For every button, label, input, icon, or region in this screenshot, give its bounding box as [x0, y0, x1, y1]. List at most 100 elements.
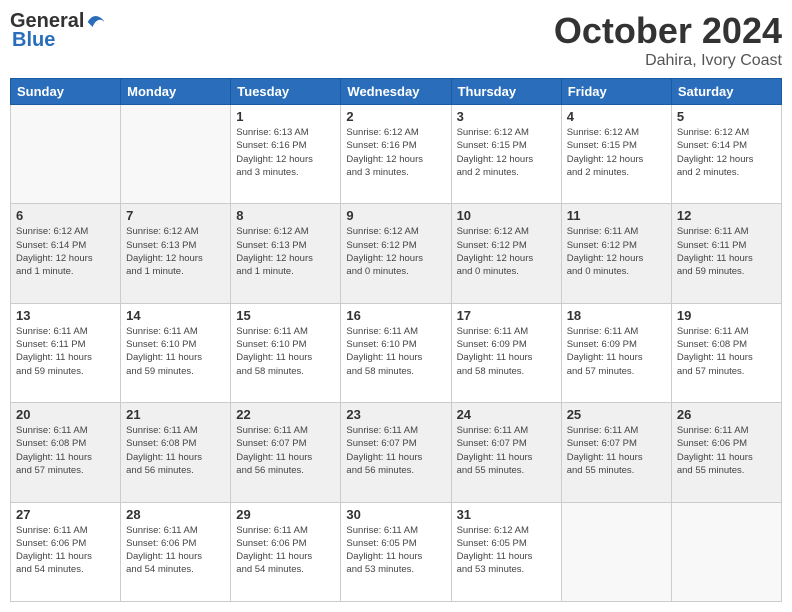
- calendar-cell: 26Sunrise: 6:11 AM Sunset: 6:06 PM Dayli…: [671, 403, 781, 502]
- logo: General Blue: [10, 10, 106, 52]
- day-number: 10: [457, 208, 556, 223]
- calendar-cell: 4 Sunrise: 6:12 AM Sunset: 6:15 PM Daylig…: [561, 105, 671, 204]
- calendar-cell: 29 Sunrise: 6:11 AM Sunset: 6:06 PM Dayli…: [231, 502, 341, 601]
- calendar-cell: 24 Sunrise: 6:11 AM Sunset: 6:07 PM Dayli…: [451, 403, 561, 502]
- day-info: Sunrise: 6:12 AM Sunset: 6:15 PM Dayligh…: [457, 126, 556, 179]
- calendar-cell: 15 Sunrise: 6:11 AM Sunset: 6:10 PM Dayli…: [231, 303, 341, 402]
- col-saturday: Saturday: [671, 79, 781, 105]
- calendar-week-3: 13Sunrise: 6:11 AM Sunset: 6:11 PM Dayli…: [11, 303, 782, 402]
- day-info: Sunrise: 6:11 AM Sunset: 6:08 PM Dayligh…: [16, 424, 115, 477]
- subtitle: Dahira, Ivory Coast: [554, 52, 782, 70]
- day-info: Sunrise: 6:11 AM Sunset: 6:07 PM Dayligh…: [346, 424, 445, 477]
- day-info: Sunrise: 6:13 AM Sunset: 6:16 PM Dayligh…: [236, 126, 335, 179]
- calendar-cell: 7Sunrise: 6:12 AM Sunset: 6:13 PM Daylig…: [121, 204, 231, 303]
- day-number: 25: [567, 407, 666, 422]
- day-number: 20: [16, 407, 115, 422]
- day-info: Sunrise: 6:11 AM Sunset: 6:10 PM Dayligh…: [236, 325, 335, 378]
- calendar-cell: 28Sunrise: 6:11 AM Sunset: 6:06 PM Dayli…: [121, 502, 231, 601]
- calendar-week-4: 20 Sunrise: 6:11 AM Sunset: 6:08 PM Dayli…: [11, 403, 782, 502]
- day-info: Sunrise: 6:12 AM Sunset: 6:16 PM Dayligh…: [346, 126, 445, 179]
- col-tuesday: Tuesday: [231, 79, 341, 105]
- day-info: Sunrise: 6:12 AM Sunset: 6:13 PM Dayligh…: [126, 225, 225, 278]
- calendar-cell: 3Sunrise: 6:12 AM Sunset: 6:15 PM Daylig…: [451, 105, 561, 204]
- calendar-cell: [561, 502, 671, 601]
- day-number: 31: [457, 507, 556, 522]
- calendar-week-1: 1 Sunrise: 6:13 AM Sunset: 6:16 PM Daylig…: [11, 105, 782, 204]
- logo-icon: [86, 12, 106, 32]
- day-info: Sunrise: 6:11 AM Sunset: 6:06 PM Dayligh…: [16, 524, 115, 577]
- calendar-cell: 19Sunrise: 6:11 AM Sunset: 6:08 PM Dayli…: [671, 303, 781, 402]
- logo-blue: Blue: [12, 29, 55, 52]
- calendar-cell: 18 Sunrise: 6:11 AM Sunset: 6:09 PM Dayli…: [561, 303, 671, 402]
- calendar-week-5: 27 Sunrise: 6:11 AM Sunset: 6:06 PM Dayli…: [11, 502, 782, 601]
- day-info: Sunrise: 6:11 AM Sunset: 6:12 PM Dayligh…: [567, 225, 666, 278]
- calendar-cell: 14Sunrise: 6:11 AM Sunset: 6:10 PM Dayli…: [121, 303, 231, 402]
- calendar-cell: 20 Sunrise: 6:11 AM Sunset: 6:08 PM Dayli…: [11, 403, 121, 502]
- day-info: Sunrise: 6:11 AM Sunset: 6:06 PM Dayligh…: [236, 524, 335, 577]
- calendar-cell: [671, 502, 781, 601]
- calendar-cell: 30Sunrise: 6:11 AM Sunset: 6:05 PM Dayli…: [341, 502, 451, 601]
- day-number: 26: [677, 407, 776, 422]
- day-info: Sunrise: 6:11 AM Sunset: 6:11 PM Dayligh…: [677, 225, 776, 278]
- calendar-cell: 31 Sunrise: 6:12 AM Sunset: 6:05 PM Dayli…: [451, 502, 561, 601]
- day-info: Sunrise: 6:11 AM Sunset: 6:09 PM Dayligh…: [457, 325, 556, 378]
- day-number: 4: [567, 109, 666, 124]
- day-number: 2: [346, 109, 445, 124]
- day-number: 13: [16, 308, 115, 323]
- day-info: Sunrise: 6:12 AM Sunset: 6:14 PM Dayligh…: [16, 225, 115, 278]
- calendar-cell: 2 Sunrise: 6:12 AM Sunset: 6:16 PM Daylig…: [341, 105, 451, 204]
- calendar-cell: 23 Sunrise: 6:11 AM Sunset: 6:07 PM Dayli…: [341, 403, 451, 502]
- col-friday: Friday: [561, 79, 671, 105]
- calendar-cell: 17Sunrise: 6:11 AM Sunset: 6:09 PM Dayli…: [451, 303, 561, 402]
- day-number: 12: [677, 208, 776, 223]
- day-number: 23: [346, 407, 445, 422]
- day-info: Sunrise: 6:12 AM Sunset: 6:05 PM Dayligh…: [457, 524, 556, 577]
- calendar-cell: 13Sunrise: 6:11 AM Sunset: 6:11 PM Dayli…: [11, 303, 121, 402]
- calendar-cell: 11 Sunrise: 6:11 AM Sunset: 6:12 PM Dayli…: [561, 204, 671, 303]
- day-info: Sunrise: 6:12 AM Sunset: 6:15 PM Dayligh…: [567, 126, 666, 179]
- calendar-cell: 5 Sunrise: 6:12 AM Sunset: 6:14 PM Daylig…: [671, 105, 781, 204]
- day-info: Sunrise: 6:12 AM Sunset: 6:14 PM Dayligh…: [677, 126, 776, 179]
- day-number: 1: [236, 109, 335, 124]
- calendar-cell: 1 Sunrise: 6:13 AM Sunset: 6:16 PM Daylig…: [231, 105, 341, 204]
- day-number: 9: [346, 208, 445, 223]
- calendar: Sunday Monday Tuesday Wednesday Thursday…: [10, 78, 782, 602]
- calendar-cell: [11, 105, 121, 204]
- day-number: 11: [567, 208, 666, 223]
- day-number: 19: [677, 308, 776, 323]
- day-number: 14: [126, 308, 225, 323]
- calendar-cell: [121, 105, 231, 204]
- day-number: 24: [457, 407, 556, 422]
- calendar-cell: 27 Sunrise: 6:11 AM Sunset: 6:06 PM Dayli…: [11, 502, 121, 601]
- day-info: Sunrise: 6:11 AM Sunset: 6:07 PM Dayligh…: [567, 424, 666, 477]
- day-info: Sunrise: 6:11 AM Sunset: 6:07 PM Dayligh…: [457, 424, 556, 477]
- day-info: Sunrise: 6:11 AM Sunset: 6:06 PM Dayligh…: [126, 524, 225, 577]
- day-number: 29: [236, 507, 335, 522]
- calendar-cell: 21 Sunrise: 6:11 AM Sunset: 6:08 PM Dayli…: [121, 403, 231, 502]
- calendar-header-row: Sunday Monday Tuesday Wednesday Thursday…: [11, 79, 782, 105]
- day-info: Sunrise: 6:11 AM Sunset: 6:08 PM Dayligh…: [126, 424, 225, 477]
- day-info: Sunrise: 6:11 AM Sunset: 6:07 PM Dayligh…: [236, 424, 335, 477]
- calendar-week-2: 6 Sunrise: 6:12 AM Sunset: 6:14 PM Daylig…: [11, 204, 782, 303]
- calendar-cell: 6 Sunrise: 6:12 AM Sunset: 6:14 PM Daylig…: [11, 204, 121, 303]
- day-info: Sunrise: 6:12 AM Sunset: 6:12 PM Dayligh…: [346, 225, 445, 278]
- day-number: 15: [236, 308, 335, 323]
- calendar-cell: 8Sunrise: 6:12 AM Sunset: 6:13 PM Daylig…: [231, 204, 341, 303]
- day-info: Sunrise: 6:11 AM Sunset: 6:10 PM Dayligh…: [346, 325, 445, 378]
- col-sunday: Sunday: [11, 79, 121, 105]
- day-number: 30: [346, 507, 445, 522]
- day-number: 5: [677, 109, 776, 124]
- calendar-cell: 25 Sunrise: 6:11 AM Sunset: 6:07 PM Dayli…: [561, 403, 671, 502]
- day-number: 18: [567, 308, 666, 323]
- col-thursday: Thursday: [451, 79, 561, 105]
- page: General Blue October 2024 Dahira, Ivory …: [0, 0, 792, 612]
- col-wednesday: Wednesday: [341, 79, 451, 105]
- col-monday: Monday: [121, 79, 231, 105]
- calendar-cell: 12 Sunrise: 6:11 AM Sunset: 6:11 PM Dayli…: [671, 204, 781, 303]
- day-number: 27: [16, 507, 115, 522]
- day-number: 21: [126, 407, 225, 422]
- day-info: Sunrise: 6:11 AM Sunset: 6:09 PM Dayligh…: [567, 325, 666, 378]
- main-title: October 2024: [554, 10, 782, 52]
- day-number: 6: [16, 208, 115, 223]
- calendar-cell: 22Sunrise: 6:11 AM Sunset: 6:07 PM Dayli…: [231, 403, 341, 502]
